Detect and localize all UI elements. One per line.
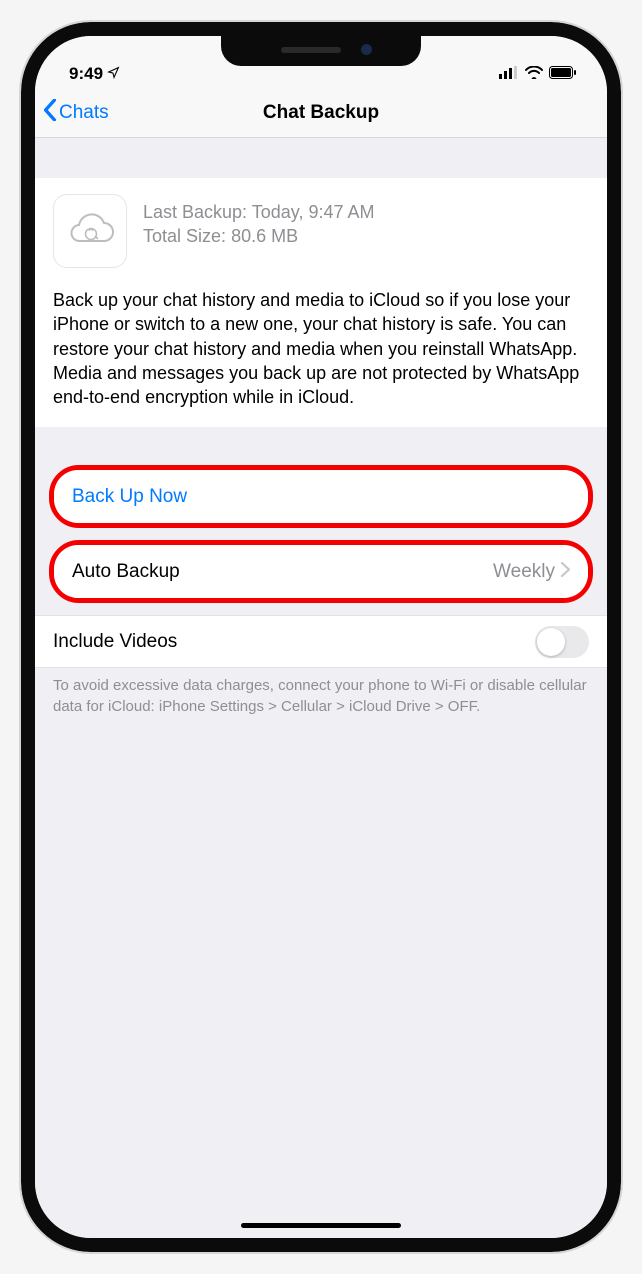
backup-info-card: Last Backup: Today, 9:47 AM Total Size: … (35, 178, 607, 427)
chevron-left-icon (43, 99, 57, 127)
back-button[interactable]: Chats (43, 99, 109, 127)
last-backup-value: Today, 9:47 AM (252, 202, 375, 222)
nav-bar: Chats Chat Backup (35, 88, 607, 138)
device-notch (221, 34, 421, 66)
backup-now-button[interactable]: Back Up Now (54, 470, 588, 523)
cellular-icon (499, 64, 519, 84)
chevron-right-icon (561, 561, 570, 583)
location-arrow-icon (107, 64, 120, 84)
backup-description: Back up your chat history and media to i… (53, 288, 589, 409)
battery-icon (549, 64, 577, 84)
include-videos-row: Include Videos (35, 615, 607, 668)
callout-auto-backup: Auto Backup Weekly (49, 540, 593, 603)
auto-backup-row[interactable]: Auto Backup Weekly (54, 545, 588, 598)
include-videos-toggle[interactable] (535, 626, 589, 658)
auto-backup-value: Weekly (493, 561, 555, 583)
content-area: Last Backup: Today, 9:47 AM Total Size: … (35, 138, 607, 1238)
total-size-value: 80.6 MB (231, 226, 298, 246)
footer-note: To avoid excessive data charges, connect… (35, 668, 607, 717)
home-indicator[interactable] (241, 1223, 401, 1228)
backup-now-label: Back Up Now (72, 486, 570, 508)
wifi-icon (525, 64, 543, 84)
callout-backup-now: Back Up Now (49, 465, 593, 528)
auto-backup-label: Auto Backup (72, 561, 493, 583)
back-label: Chats (59, 102, 109, 124)
page-title: Chat Backup (35, 102, 607, 124)
include-videos-label: Include Videos (53, 631, 535, 653)
total-size-label: Total Size: (143, 226, 226, 246)
phone-frame: 9:49 Chats Chat Backup (21, 22, 621, 1252)
status-time: 9:49 (69, 64, 103, 84)
icloud-backup-icon (53, 194, 127, 268)
last-backup-label: Last Backup: (143, 202, 247, 222)
